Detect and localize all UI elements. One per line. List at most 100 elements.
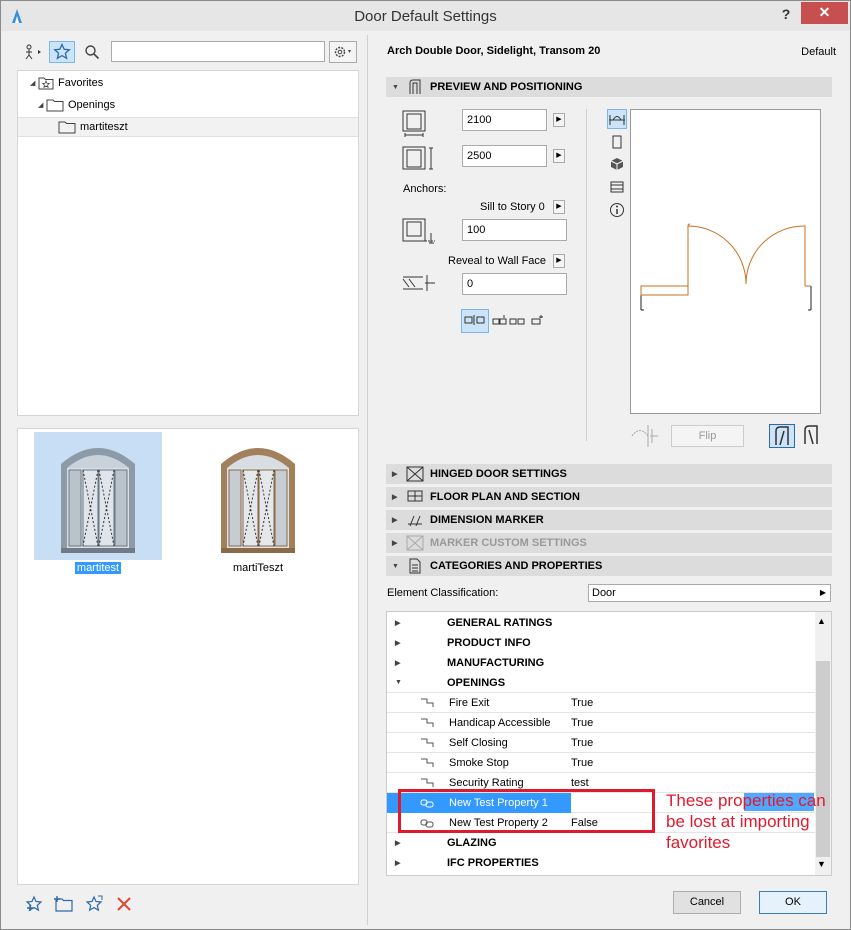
anchor-center-icon[interactable]: [461, 309, 489, 333]
door-opening-side-alt-icon[interactable]: [799, 424, 823, 449]
scroll-down-icon[interactable]: ▼: [817, 859, 826, 869]
property-row[interactable]: Fire Exit True: [387, 693, 817, 713]
property-row[interactable]: Smoke Stop True: [387, 753, 817, 773]
update-favorite-icon[interactable]: [83, 893, 105, 915]
height-icon: [401, 145, 437, 176]
sill-field-wrapper: [462, 219, 567, 241]
door-thumbnail-image: [34, 432, 162, 560]
tree-item-label: Favorites: [58, 77, 104, 89]
sill-arrow-button[interactable]: ▶: [553, 200, 565, 214]
group-row[interactable]: ▶ MANUFACTURING: [387, 653, 817, 673]
anchor-left-icon[interactable]: [491, 313, 507, 332]
expand-triangle-icon: ▼: [395, 679, 402, 686]
default-label: Default: [801, 46, 836, 58]
group-row[interactable]: ▶ IFC PROPERTIES: [387, 853, 817, 873]
dimension-marker-icon: [404, 511, 426, 529]
scroll-up-icon[interactable]: ▲: [817, 616, 826, 626]
favorites-toolbar: [17, 39, 359, 67]
favorite-thumb-martiTeszt[interactable]: martiTeszt: [194, 432, 322, 574]
collapse-triangle-icon: ▶: [392, 494, 398, 501]
door-thumbnail-image: [194, 432, 322, 560]
folder-icon: [46, 99, 64, 112]
section-title: PREVIEW AND POSITIONING: [430, 81, 583, 93]
plan-view-icon[interactable]: [607, 109, 627, 129]
property-row[interactable]: Self Closing True: [387, 733, 817, 753]
property-icon: [419, 697, 435, 712]
dialog-window: Door Default Settings ? ✕ ◢ Favorites ◢: [0, 0, 851, 930]
add-favorite-icon[interactable]: [23, 893, 45, 915]
favorites-star-icon[interactable]: [49, 41, 75, 63]
property-row[interactable]: Handicap Accessible True: [387, 713, 817, 733]
element-classification-label: Element Classification:: [387, 587, 499, 599]
reveal-label: Reveal to Wall Face: [448, 255, 547, 267]
favorites-bottom-toolbar: [17, 891, 359, 915]
flip-mirror-icon[interactable]: [628, 423, 664, 452]
delete-icon[interactable]: [113, 893, 135, 915]
door-name: Arch Double Door, Sidelight, Transom 20: [387, 45, 601, 57]
new-folder-icon[interactable]: [53, 893, 75, 915]
section-title: FLOOR PLAN AND SECTION: [430, 491, 580, 503]
close-button[interactable]: ✕: [801, 2, 848, 24]
3d-view-icon[interactable]: [607, 154, 627, 174]
settings-gear-icon[interactable]: [329, 41, 357, 63]
door-preview: [630, 109, 821, 414]
tree-item-favorites[interactable]: ◢ Favorites: [18, 73, 358, 93]
ok-button[interactable]: OK: [759, 891, 827, 914]
width-input[interactable]: [463, 110, 546, 130]
sill-input[interactable]: [463, 220, 566, 240]
height-field-wrapper: [462, 145, 547, 167]
group-row[interactable]: ▶ GENERAL RATINGS: [387, 613, 817, 633]
group-row[interactable]: ▶ PRODUCT INFO: [387, 633, 817, 653]
section-dimension-marker[interactable]: ▶ DIMENSION MARKER: [386, 510, 832, 530]
reveal-input[interactable]: [463, 274, 566, 294]
reveal-arrow-button[interactable]: ▶: [553, 254, 565, 268]
section-floor-plan-and-section[interactable]: ▶ FLOOR PLAN AND SECTION: [386, 487, 832, 507]
cancel-button[interactable]: Cancel: [673, 891, 741, 914]
collapse-triangle-icon: ▶: [395, 840, 401, 847]
height-arrow-button[interactable]: ▶: [553, 149, 565, 163]
flip-button[interactable]: Flip: [671, 425, 744, 447]
folder-icon: [58, 121, 76, 134]
door-section-icon: [404, 78, 426, 96]
section-preview-positioning[interactable]: ▼ PREVIEW AND POSITIONING: [386, 77, 832, 97]
collapse-triangle-icon: ▶: [392, 471, 398, 478]
people-filter-icon[interactable]: [21, 41, 47, 63]
width-arrow-button[interactable]: ▶: [553, 113, 565, 127]
section-categories-and-properties[interactable]: ▼ CATEGORIES AND PROPERTIES: [386, 556, 832, 576]
favorites-folder-icon: [38, 77, 54, 90]
expand-triangle-icon[interactable]: ◢: [30, 79, 38, 87]
expand-triangle-icon: ▼: [392, 562, 399, 570]
collapse-triangle-icon: ▶: [392, 540, 398, 547]
sill-label: Sill to Story 0: [480, 201, 545, 213]
element-classification-select[interactable]: Door ▶: [588, 584, 831, 602]
info-icon[interactable]: [607, 200, 627, 220]
property-icon: [419, 717, 435, 732]
anchor-inside-icon[interactable]: [509, 313, 525, 332]
section-hinged-door-settings[interactable]: ▶ HINGED DOOR SETTINGS: [386, 464, 832, 484]
thumb-caption: martiTeszt: [232, 562, 284, 574]
door-opening-side-icon[interactable]: [769, 424, 795, 448]
preview-separator: [586, 109, 587, 441]
height-input[interactable]: [463, 146, 546, 166]
sill-height-icon: [401, 217, 437, 248]
favorite-thumb-martitest[interactable]: martitest: [34, 432, 162, 574]
help-button[interactable]: ?: [771, 3, 801, 25]
section-title: CATEGORIES AND PROPERTIES: [430, 560, 603, 572]
width-field-wrapper: [462, 109, 547, 131]
floor-plan-icon: [404, 488, 426, 506]
tree-item-martiteszt[interactable]: martiteszt: [18, 117, 358, 137]
collapse-triangle-icon: ▶: [395, 860, 401, 867]
tree-item-openings[interactable]: ◢ Openings: [18, 95, 358, 115]
section-view-icon[interactable]: [607, 177, 627, 197]
marker-custom-icon: [404, 534, 426, 552]
elevation-view-icon[interactable]: [607, 132, 627, 152]
anchor-right-icon[interactable]: [529, 313, 545, 332]
expand-triangle-icon[interactable]: ◢: [38, 101, 46, 109]
section-marker-custom-settings: ▶ MARKER CUSTOM SETTINGS: [386, 533, 832, 553]
search-icon[interactable]: [81, 41, 103, 63]
section-title: HINGED DOOR SETTINGS: [430, 468, 567, 480]
panel-splitter[interactable]: [367, 35, 368, 925]
search-input[interactable]: [112, 42, 324, 61]
section-title: DIMENSION MARKER: [430, 514, 544, 526]
group-row[interactable]: ▼ OPENINGS: [387, 673, 817, 693]
